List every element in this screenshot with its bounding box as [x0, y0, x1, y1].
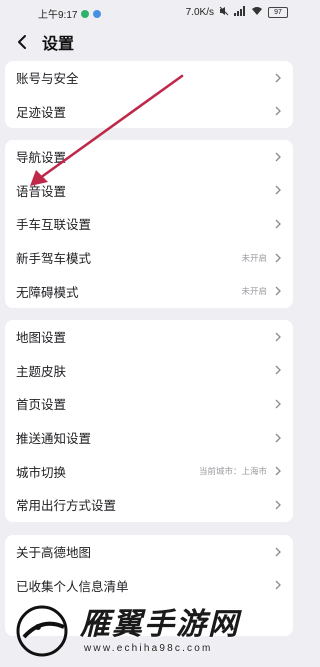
settings-item-label: 手车互联设置 — [16, 218, 92, 233]
settings-item-push-notifications[interactable]: 推送通知设置 — [5, 421, 293, 455]
signal-icon — [234, 6, 246, 19]
settings-item-label: 推送通知设置 — [16, 432, 92, 447]
chevron-right-icon — [275, 364, 283, 376]
settings-group-account: 账号与安全 足迹设置 — [5, 61, 293, 129]
mute-icon — [219, 6, 229, 19]
settings-item-accessibility[interactable]: 无障碍模式 未开启 — [5, 274, 293, 308]
settings-item-label: 新手驾车模式 — [16, 252, 92, 267]
settings-item-label: 地图设置 — [16, 331, 67, 346]
chevron-right-icon — [275, 72, 283, 84]
chevron-right-icon — [275, 285, 283, 297]
settings-item-novice-driving[interactable]: 新手驾车模式 未开启 — [5, 241, 293, 275]
status-bar: 上午9:17 7.0K/s 97 — [0, 0, 300, 22]
page-title: 设置 — [42, 36, 75, 53]
settings-item-label: 语音设置 — [16, 184, 67, 199]
chevron-right-icon — [275, 151, 283, 163]
settings-item-label: 导航设置 — [16, 151, 67, 166]
settings-item-phone-car-link[interactable]: 手车互联设置 — [5, 207, 293, 241]
settings-item-label: 常用出行方式设置 — [16, 499, 117, 514]
settings-group-map: 地图设置 主题皮肤 首页设置 推送通知设置 城市切换 当前城市：上海市 常用出行… — [5, 320, 293, 522]
settings-item-navigation[interactable]: 导航设置 — [5, 140, 293, 174]
chevron-right-icon — [275, 432, 283, 444]
chevron-right-icon — [275, 499, 283, 511]
battery-icon: 97 — [268, 7, 288, 18]
status-right: 7.0K/s 97 — [186, 6, 288, 19]
watermark-url: www.echiha98c.com — [84, 643, 213, 654]
app-notification-icon-2 — [93, 9, 102, 18]
chevron-right-icon — [275, 465, 283, 477]
chevron-right-icon — [275, 252, 283, 264]
settings-item-value: 未开启 — [241, 286, 267, 297]
settings-item-travel-mode[interactable]: 常用出行方式设置 — [5, 488, 293, 522]
chevron-right-icon — [275, 105, 283, 117]
wifi-icon — [251, 6, 263, 19]
watermark-logo-icon — [16, 605, 68, 657]
status-left: 上午9:17 — [38, 6, 102, 21]
back-button[interactable] — [2, 22, 42, 62]
settings-item-label: 首页设置 — [16, 398, 67, 413]
app-notification-icon — [81, 9, 90, 18]
chevron-right-icon — [275, 546, 283, 558]
settings-item-label: 关于高德地图 — [16, 546, 92, 561]
settings-item-label: 已收集个人信息清单 — [16, 579, 129, 594]
back-arrow-icon — [18, 35, 26, 49]
settings-item-city-switch[interactable]: 城市切换 当前城市：上海市 — [5, 454, 293, 488]
settings-item-label: 主题皮肤 — [16, 364, 67, 379]
settings-item-label: 账号与安全 — [16, 72, 79, 87]
settings-group-navigation: 导航设置 语音设置 手车互联设置 新手驾车模式 未开启 无障碍模式 未开启 — [5, 140, 293, 308]
chevron-right-icon — [275, 331, 283, 343]
network-speed: 7.0K/s — [185, 7, 214, 18]
settings-item-label: 城市切换 — [16, 465, 67, 480]
settings-item-label: 无障碍模式 — [16, 285, 79, 300]
chevron-right-icon — [275, 579, 283, 591]
settings-item-value: 未开启 — [241, 252, 267, 263]
settings-item-footprint[interactable]: 足迹设置 — [5, 95, 293, 129]
settings-item-about[interactable]: 关于高德地图 — [5, 535, 293, 569]
status-time: 上午9:17 — [38, 10, 78, 21]
chevron-right-icon — [275, 398, 283, 410]
chevron-right-icon — [275, 218, 283, 230]
settings-item-theme-skin[interactable]: 主题皮肤 — [5, 354, 293, 388]
watermark-title: 雁翼手游网 — [80, 608, 240, 641]
settings-item-homepage[interactable]: 首页设置 — [5, 387, 293, 421]
settings-item-value: 当前城市：上海市 — [198, 466, 267, 477]
watermark: 雁翼手游网 www.echiha98c.com — [0, 595, 300, 667]
settings-item-voice[interactable]: 语音设置 — [5, 174, 293, 208]
chevron-right-icon — [275, 184, 283, 196]
settings-item-map[interactable]: 地图设置 — [5, 320, 293, 354]
settings-item-account-security[interactable]: 账号与安全 — [5, 61, 293, 95]
top-bar: 设置 — [0, 22, 300, 62]
battery-level: 97 — [274, 9, 282, 16]
settings-item-label: 足迹设置 — [16, 105, 67, 120]
